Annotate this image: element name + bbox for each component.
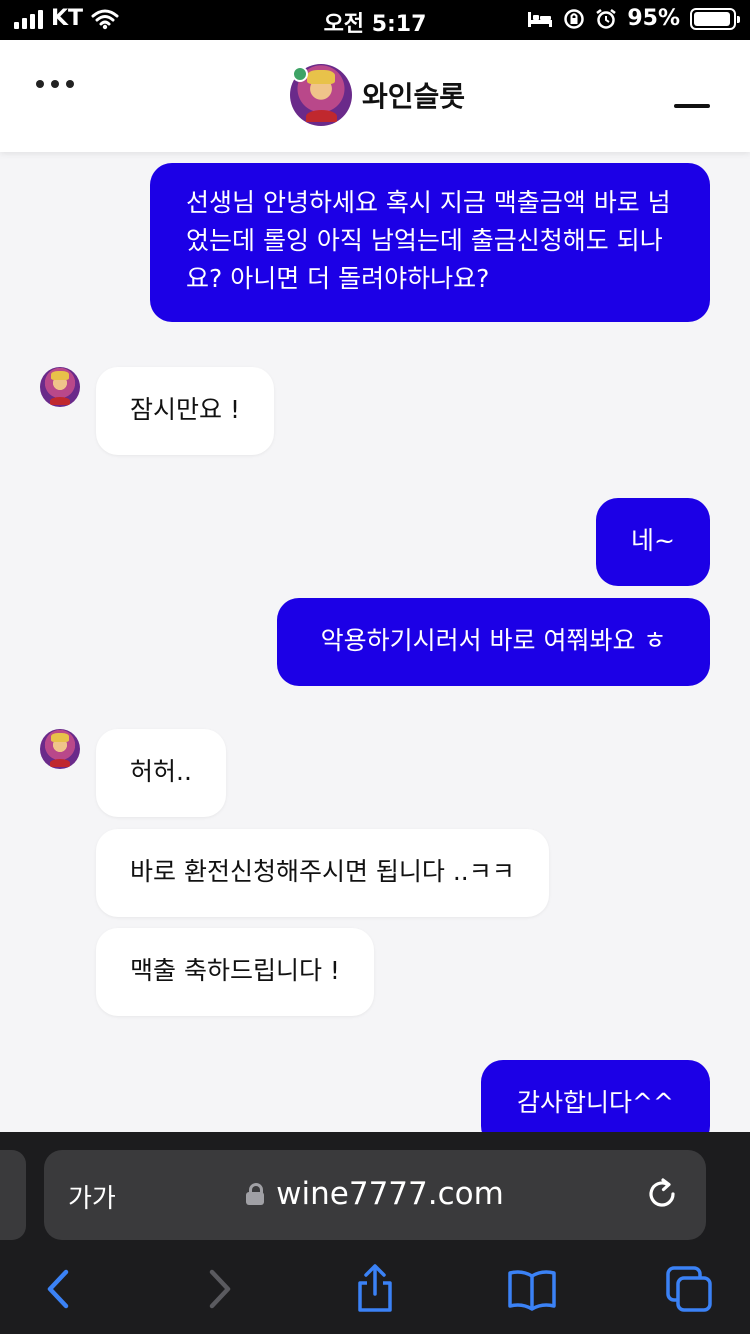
chat-area[interactable]: 선생님 안녕하세요 혹시 지금 맥출금액 바로 넘었는데 롤잉 아직 남엌는데 … (0, 152, 750, 1148)
browser-bottom-bar: 가가 wine7777.com (0, 1132, 750, 1334)
lock-icon (246, 1183, 265, 1205)
message-bubble-mine: 선생님 안녕하세요 혹시 지금 맥출금액 바로 넘었는데 롤잉 아직 남엌는데 … (150, 163, 710, 322)
battery-percent: 95% (627, 6, 680, 31)
bookmarks-icon[interactable] (507, 1264, 557, 1314)
reload-icon[interactable] (644, 1176, 680, 1212)
more-menu-icon[interactable] (36, 80, 74, 88)
share-icon[interactable] (350, 1264, 400, 1314)
message-bubble-theirs: 맥출 축하드립니다 ! (96, 928, 374, 1016)
message-bubble-mine: 네~ (596, 498, 710, 586)
minimize-button[interactable] (674, 104, 710, 108)
chat-title: 와인슬롯 (362, 80, 466, 113)
tabs-icon[interactable] (664, 1264, 714, 1314)
back-icon[interactable] (34, 1264, 84, 1314)
message-bubble-theirs: 허허.. (96, 729, 226, 817)
status-bar: KT 오전 5:17 95% (0, 0, 750, 40)
alarm-icon (596, 8, 617, 29)
forward-icon[interactable] (194, 1264, 244, 1314)
battery-icon (690, 7, 740, 30)
battery-fill (694, 11, 731, 26)
avatar (40, 729, 80, 769)
address-bar[interactable]: 가가 wine7777.com (44, 1150, 706, 1240)
lock-rotation-icon (564, 8, 585, 29)
online-status-dot (292, 66, 308, 82)
message-bubble-mine: 악용하기시러서 바로 여쭤봐요 ㅎ (277, 598, 710, 686)
avatar (40, 367, 80, 407)
url-group: wine7777.com (44, 1176, 706, 1212)
status-right: 95% (527, 6, 740, 31)
url-text: wine7777.com (276, 1176, 504, 1212)
chat-header: 와인슬롯 (0, 40, 750, 152)
browser-toolbar (0, 1250, 750, 1334)
previous-tab-preview[interactable] (0, 1150, 26, 1240)
bed-icon (528, 11, 553, 27)
message-bubble-theirs: 잠시만요 ! (96, 367, 274, 455)
chat-title-group: 와인슬롯 (290, 64, 465, 126)
message-bubble-theirs: 바로 환전신청해주시면 됩니다 ..ㅋㅋ (96, 829, 549, 917)
